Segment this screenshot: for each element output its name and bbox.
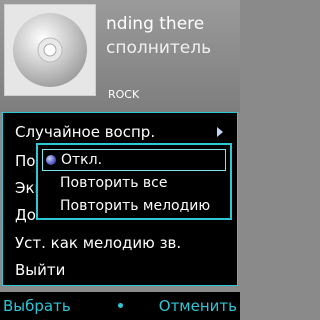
submenu-item-repeat-track[interactable]: Повторить мелодию [42, 196, 226, 218]
now-playing-header: nding there сполнитель ROCK [0, 0, 240, 112]
cancel-softkey[interactable]: Отменить [159, 296, 237, 316]
menu-item-add[interactable]: До [15, 204, 36, 226]
submenu-item-label: Повторить мелодию [60, 198, 211, 214]
submenu-item-label: Повторить все [60, 175, 168, 191]
softkey-bar: Выбрать Отменить [0, 292, 240, 320]
radio-selected-icon [46, 155, 56, 165]
select-softkey[interactable]: Выбрать [3, 296, 71, 316]
track-genre: ROCK [108, 88, 140, 101]
submenu-item-off[interactable]: Откл. [42, 149, 226, 171]
music-player-screen: nding there сполнитель ROCK Случайное во… [0, 0, 240, 320]
menu-item-repeat[interactable]: По [15, 150, 35, 172]
menu-item-set-ringtone[interactable]: Уст. как мелодию зв. [15, 232, 181, 254]
menu-item-exit[interactable]: Выйти [15, 259, 65, 281]
menu-item-shuffle[interactable]: Случайное воспр. [15, 121, 155, 143]
submenu-item-repeat-all[interactable]: Повторить все [42, 173, 226, 195]
center-dot-icon[interactable] [118, 303, 123, 308]
submenu-arrow-icon [217, 127, 223, 137]
track-title: nding there [106, 14, 205, 34]
submenu-item-label: Откл. [61, 152, 103, 168]
repeat-submenu: Откл. Повторить все Повторить мелодию [36, 143, 232, 220]
album-art-cd-icon [4, 4, 96, 96]
track-artist: сполнитель [106, 38, 212, 58]
